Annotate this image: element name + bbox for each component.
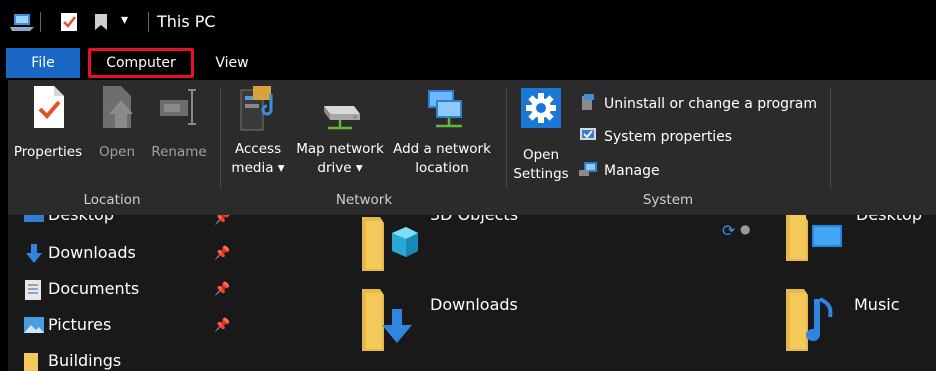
nav-item-label: Documents [48,279,140,298]
add-network-location-label-2: location [415,160,469,176]
map-network-drive-label-2: drive ▾ [317,160,363,176]
group-separator [506,88,507,188]
open-settings-button[interactable]: Open Settings [512,84,570,184]
add-network-location-label-1: Add a network [393,141,491,157]
downloads-folder-icon [362,289,418,355]
nav-item-label: Buildings [48,351,122,370]
network-group-label: Network [335,192,393,208]
rename-button[interactable]: Rename [146,84,212,162]
open-icon [103,86,133,128]
buildings-folder-icon [24,353,38,371]
properties-quick-access-icon[interactable] [60,12,78,36]
sync-status-icon: ⟳ [722,221,736,240]
access-media-label-1: Access [234,141,282,157]
title-separator-2 [148,12,149,32]
map-network-drive-label-1: Map network [296,141,384,157]
file-explorer-window: ▾ This PC File Computer View Properties … [0,0,936,371]
ribbon-panel: Properties Open Rename Location Access m… [8,80,936,215]
folder-label: 3D Objects [430,215,518,224]
folder-label: Music [854,295,900,314]
properties-label: Properties [13,144,83,160]
nav-item-label: Desktop [48,215,114,224]
pictures-icon [24,317,44,337]
group-separator [830,88,831,188]
tab-computer[interactable]: Computer [88,48,194,78]
open-settings-label-1: Open [522,147,560,163]
title-bar: ▾ This PC [0,0,936,44]
uninstall-label: Uninstall or change a program [604,96,818,112]
3d-objects-folder-icon [362,217,420,275]
add-network-location-icon [428,90,462,128]
desktop-folder-icon [24,215,44,228]
open-label: Open [98,144,136,160]
customize-quick-access-icon[interactable]: ▾ [121,12,128,28]
pin-icon[interactable]: 📌 [214,246,230,261]
manage-button[interactable]: Manage [578,159,660,179]
group-separator [220,88,221,188]
pin-icon[interactable]: 📌 [214,318,230,333]
desktop-folder-large-icon [786,215,844,265]
new-folder-quick-access-icon[interactable] [94,13,108,35]
system-properties-icon [580,128,596,140]
tab-view[interactable]: View [208,48,256,78]
open-settings-label-2: Settings [513,166,569,182]
folder-label: Downloads [430,295,518,314]
window-title: This PC [157,12,216,31]
music-folder-icon [786,289,842,355]
documents-icon [24,279,42,305]
uninstall-program-button[interactable]: Uninstall or change a program [578,92,817,112]
explorer-app-icon[interactable] [10,12,34,36]
pin-icon[interactable]: 📌 [214,215,230,226]
rename-label: Rename [151,144,207,160]
content-pane[interactable]: 3D Objects ⟳ ● Desktop [236,215,936,371]
manage-icon [579,162,597,176]
downloads-arrow-icon [24,243,44,269]
system-properties-button[interactable]: System properties [578,125,732,145]
manage-label: Manage [604,163,660,179]
access-media-icon [240,86,273,131]
access-media-label-2: media ▾ [231,160,285,176]
map-network-drive-button[interactable]: Map network drive ▾ [292,84,388,178]
tab-file[interactable]: File [6,48,80,78]
settings-gear-icon [521,88,561,128]
nav-item-label: Pictures [48,315,112,334]
uninstall-icon [582,94,594,110]
map-network-drive-icon [324,106,360,130]
pin-icon[interactable]: 📌 [214,282,230,297]
ribbon-tabs: File Computer View [0,44,936,80]
location-group-label: Location [83,192,141,208]
add-network-location-button[interactable]: Add a network location [390,84,494,178]
access-media-button[interactable]: Access media ▾ [228,84,288,178]
properties-icon [34,86,64,128]
navigation-pane[interactable]: Desktop 📌 Downloads 📌 Documents 📌 Pictur… [8,215,236,371]
nav-item-label: Downloads [48,243,136,262]
open-button[interactable]: Open [94,84,140,162]
system-group-label: System [642,192,694,208]
title-separator [40,12,41,32]
rename-icon [160,89,196,125]
folder-label: Desktop [856,215,922,224]
properties-button[interactable]: Properties [8,84,88,162]
user-status-icon: ● [740,222,751,236]
system-properties-label: System properties [604,129,733,145]
